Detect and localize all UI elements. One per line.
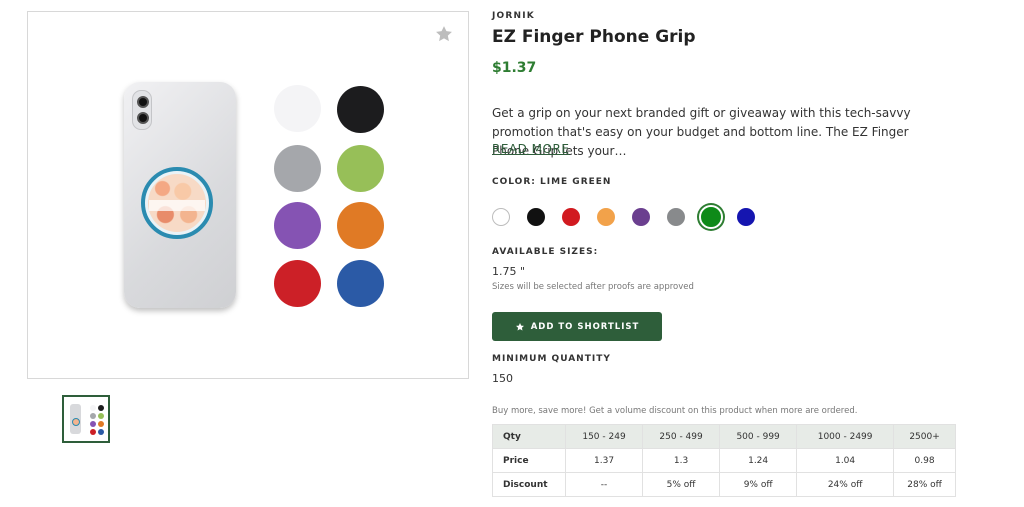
thumb-swatch [98,421,104,427]
thumb-swatch [98,429,104,435]
color-option-gray[interactable] [667,208,685,226]
grip-color-swatch [274,260,321,307]
camera-lens-icon [137,96,149,108]
table-cell: -- [564,472,644,497]
table-cell: 24% off [796,472,895,497]
table-row: Price 1.37 1.3 1.24 1.04 0.98 [492,448,956,473]
grip-color-swatch [274,202,321,249]
color-option-lime-green[interactable] [699,205,723,229]
color-option-red[interactable] [562,208,580,226]
table-cell: 1.24 [719,448,798,473]
thumb-swatch [98,405,104,411]
table-cell: 28% off [893,472,956,497]
thumb-swatch [90,413,96,419]
color-label: COLOR: LIME GREEN [492,177,612,187]
table-cell: Price [492,448,566,473]
table-cell: 9% off [719,472,798,497]
grip-color-swatch [337,260,384,307]
table-cell: 1.04 [796,448,895,473]
table-header-row: Qty 150 - 249 250 - 499 500 - 999 1000 -… [492,424,956,449]
table-cell: 500 - 999 [719,424,798,449]
product-price: $1.37 [492,60,537,76]
product-thumbnail[interactable] [62,395,110,443]
grip-color-swatch [337,86,384,133]
grip-print-logo [149,200,205,211]
product-title: EZ Finger Phone Grip [492,27,696,47]
pricing-table: Qty 150 - 249 250 - 499 500 - 999 1000 -… [492,424,956,497]
table-cell: 150 - 249 [564,424,644,449]
camera-lens-icon [137,112,149,124]
thumb-swatch [98,413,104,419]
table-cell: 1.3 [642,448,721,473]
table-cell: Qty [492,424,566,449]
thumb-swatch [90,421,96,427]
table-cell: 5% off [642,472,721,497]
table-row: Discount -- 5% off 9% off 24% off 28% of… [492,472,956,497]
grip-color-swatch [274,85,321,132]
thumb-swatch [90,429,96,435]
volume-discount-note: Buy more, save more! Get a volume discou… [492,406,858,416]
phone-grip-image [141,167,213,239]
grip-color-swatch [337,145,384,192]
thumb-swatch [90,405,96,411]
size-note: Sizes will be selected after proofs are … [492,282,694,292]
color-option-orange[interactable] [597,208,615,226]
table-cell: 0.98 [893,448,956,473]
table-cell: 250 - 499 [642,424,721,449]
sizes-label: AVAILABLE SIZES: [492,247,599,257]
color-option-blue[interactable] [737,208,755,226]
size-value: 1.75 " [492,265,526,278]
phone-image [124,82,236,308]
add-to-shortlist-button[interactable]: ADD TO SHORTLIST [492,312,662,341]
product-main-image[interactable] [27,11,469,379]
color-option-black[interactable] [527,208,545,226]
table-cell: 2500+ [893,424,956,449]
read-more-link[interactable]: READ MORE [492,142,569,156]
color-option-purple[interactable] [632,208,650,226]
color-option-white[interactable] [492,208,510,226]
star-icon [515,322,524,331]
table-cell: 1.37 [564,448,644,473]
brand-name[interactable]: JORNIK [492,11,535,21]
table-cell: 1000 - 2499 [796,424,895,449]
minimum-quantity-value: 150 [492,372,513,385]
minimum-quantity-label: MINIMUM QUANTITY [492,354,611,364]
grip-color-swatch [274,145,321,192]
color-options [492,205,772,229]
table-cell: Discount [492,472,566,497]
shortlist-label: ADD TO SHORTLIST [530,321,640,332]
star-favorite-icon[interactable] [434,24,454,44]
camera-bump [132,90,152,130]
grip-color-swatch [337,202,384,249]
